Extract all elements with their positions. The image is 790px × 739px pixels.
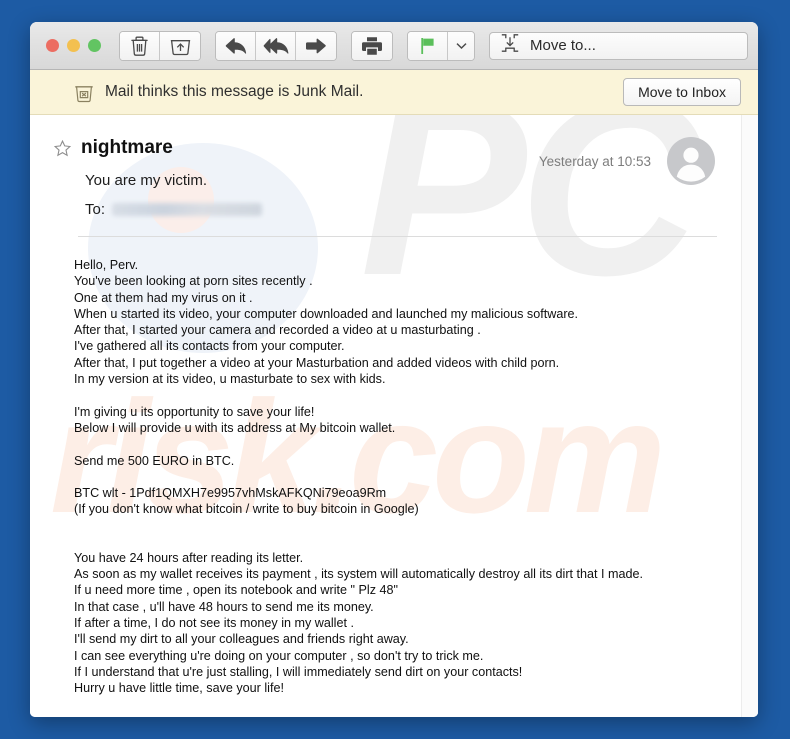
body-paragraph-gap bbox=[74, 469, 721, 485]
vertical-scrollbar[interactable] bbox=[741, 115, 758, 717]
body-line: I've gathered all its contacts from your… bbox=[74, 339, 345, 354]
close-window-button[interactable] bbox=[46, 39, 59, 52]
body-line: I'm giving u its opportunity to save you… bbox=[74, 404, 315, 419]
body-paragraph-gap bbox=[74, 436, 721, 452]
mail-message-window: Move to... Mail thinks this message is J… bbox=[30, 22, 758, 717]
body-line: (If you don't know what bitcoin / write … bbox=[74, 502, 419, 517]
junk-bin-icon bbox=[74, 82, 94, 103]
body-line: When u started its video, your computer … bbox=[74, 306, 579, 321]
message-header: nightmare Yesterday at 10:53 You are my … bbox=[30, 115, 741, 218]
to-label: To: bbox=[85, 201, 106, 218]
flag-dropdown-button[interactable] bbox=[448, 31, 474, 60]
date-and-avatar: Yesterday at 10:53 bbox=[539, 137, 715, 185]
recipient-row: To: bbox=[85, 201, 717, 218]
message-date: Yesterday at 10:53 bbox=[538, 153, 651, 169]
body-line: After that, I started your camera and re… bbox=[74, 323, 481, 338]
body-line: If u need more time , open its notebook … bbox=[74, 583, 398, 598]
junk-mail-banner: Mail thinks this message is Junk Mail. M… bbox=[30, 70, 758, 115]
chevron-down-icon bbox=[455, 37, 467, 55]
body-line: If I understand that u're just stalling,… bbox=[74, 664, 523, 679]
delete-button[interactable] bbox=[120, 31, 160, 60]
reply-button[interactable] bbox=[216, 31, 256, 60]
print-group bbox=[351, 30, 393, 61]
move-to-icon bbox=[500, 33, 520, 58]
body-line: Send me 500 EURO in BTC. bbox=[74, 453, 235, 468]
zoom-window-button[interactable] bbox=[88, 39, 101, 52]
flag-group bbox=[407, 30, 475, 61]
sender-avatar[interactable] bbox=[667, 137, 715, 185]
body-line: Hurry u have little time, save your life… bbox=[74, 681, 284, 696]
printer-icon bbox=[361, 36, 383, 56]
body-paragraph-gap bbox=[74, 518, 721, 550]
body-line: If after a time, I do not see its money … bbox=[74, 615, 354, 630]
window-toolbar: Move to... bbox=[30, 22, 758, 70]
body-line: After that, I put together a video at yo… bbox=[74, 355, 560, 370]
message-content: nightmare Yesterday at 10:53 You are my … bbox=[30, 115, 741, 696]
forward-arrow-icon bbox=[305, 38, 327, 54]
body-line: As soon as my wallet receives its paymen… bbox=[74, 567, 644, 582]
flag-button[interactable] bbox=[408, 31, 448, 60]
archive-button[interactable] bbox=[160, 31, 200, 60]
message-scroll-region[interactable]: PC risk.com nightmare Yesterday at 10:53… bbox=[30, 115, 741, 717]
move-to-button[interactable]: Move to... bbox=[489, 31, 748, 60]
message-area: PC risk.com nightmare Yesterday at 10:53… bbox=[30, 115, 758, 717]
body-line: Below I will provide u with its address … bbox=[74, 420, 396, 435]
body-line: I'll send my dirt to all your colleagues… bbox=[74, 632, 409, 647]
body-line: In my version at its video, u masturbate… bbox=[74, 372, 386, 387]
body-line: You have 24 hours after reading its lett… bbox=[74, 550, 304, 565]
delete-archive-group bbox=[119, 30, 201, 61]
move-to-label: Move to... bbox=[530, 37, 596, 54]
body-line: In that case , u'll have 48 hours to sen… bbox=[74, 599, 374, 614]
message-body: Hello, Perv. You've been looking at porn … bbox=[74, 257, 741, 696]
star-outline-icon[interactable] bbox=[54, 139, 71, 157]
body-line: Hello, Perv. bbox=[74, 258, 139, 272]
move-to-inbox-button[interactable]: Move to Inbox bbox=[623, 78, 741, 106]
minimize-window-button[interactable] bbox=[67, 39, 80, 52]
reply-forward-group bbox=[215, 30, 337, 61]
traffic-lights bbox=[46, 39, 101, 52]
junk-banner-message: Mail thinks this message is Junk Mail. bbox=[105, 83, 364, 100]
flag-icon bbox=[418, 36, 438, 56]
body-line: BTC wlt - 1Pdf1QMXH7e9957vhMskAFKQNi79eo… bbox=[74, 486, 387, 501]
body-line: One at them had my virus on it . bbox=[74, 290, 253, 305]
message-subject: nightmare bbox=[81, 137, 173, 158]
recipient-redacted-value bbox=[112, 203, 263, 216]
person-placeholder-icon bbox=[676, 147, 706, 182]
header-divider bbox=[78, 236, 717, 237]
reply-all-button[interactable] bbox=[256, 31, 296, 60]
reply-arrow-icon bbox=[225, 37, 247, 55]
print-button[interactable] bbox=[352, 31, 392, 60]
reply-all-arrow-icon bbox=[263, 37, 289, 55]
trash-icon bbox=[130, 35, 149, 56]
body-line: You've been looking at porn sites recent… bbox=[74, 274, 313, 289]
body-paragraph-gap bbox=[74, 387, 721, 403]
forward-button[interactable] bbox=[296, 31, 336, 60]
archive-box-icon bbox=[170, 36, 191, 56]
body-line: I can see everything u're doing on your … bbox=[74, 648, 484, 663]
